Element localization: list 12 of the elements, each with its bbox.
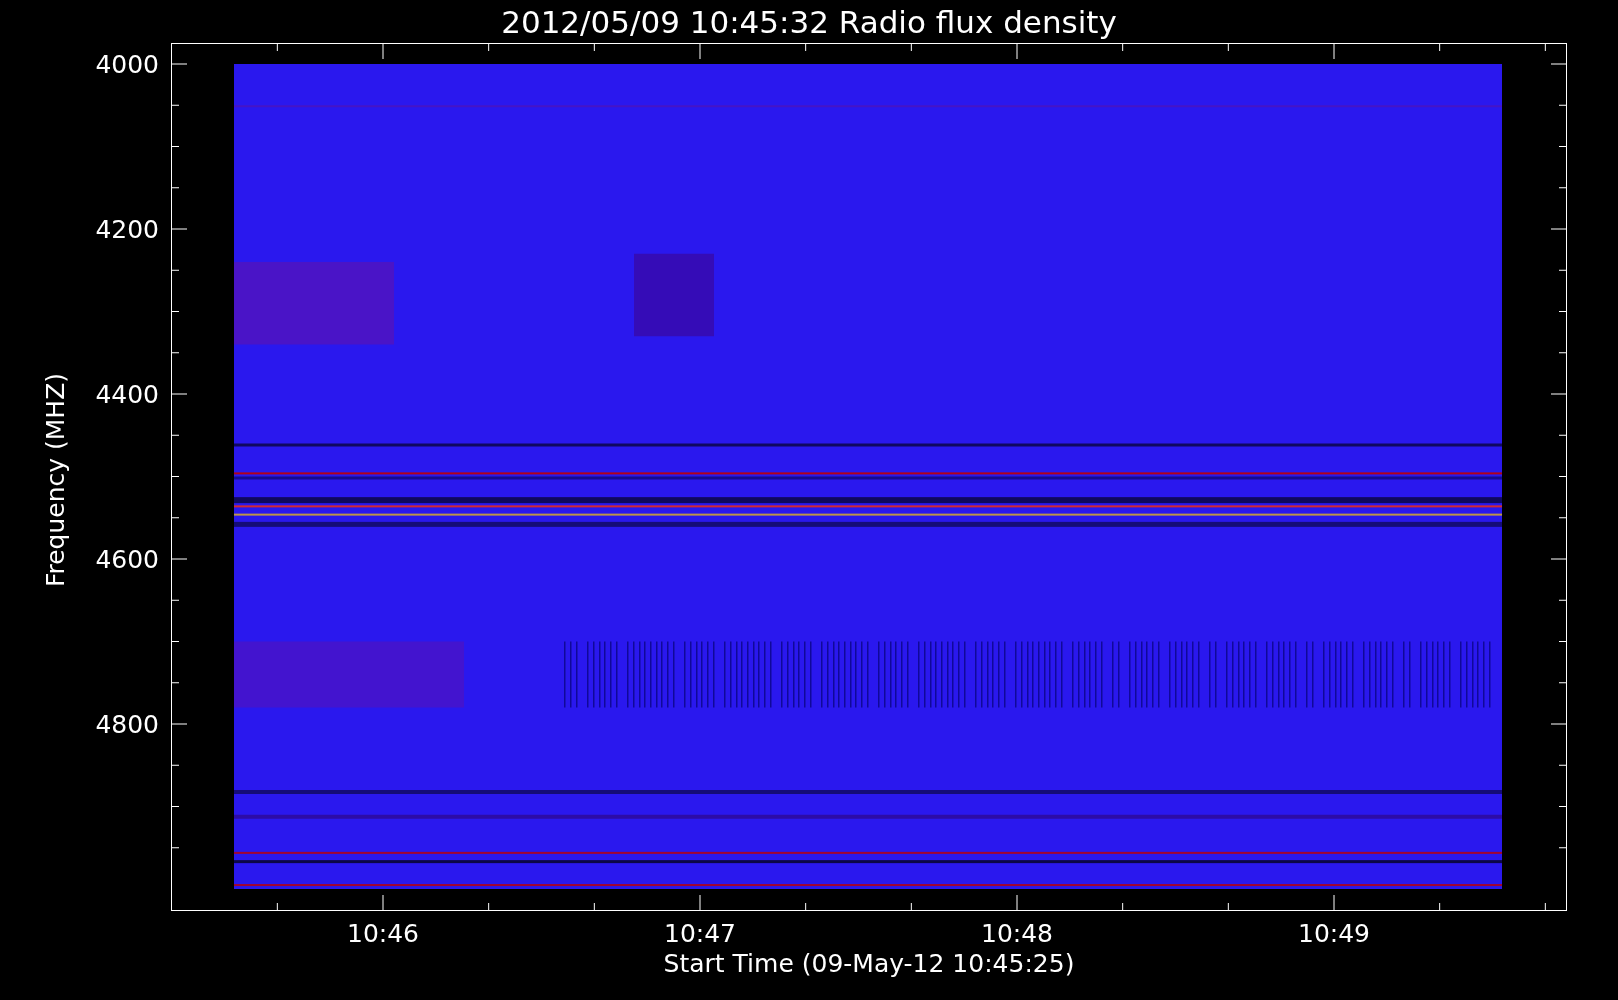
- chart-title: 2012/05/09 10:45:32 Radio flux density: [501, 3, 1117, 40]
- x-tick-label: 10:46: [347, 919, 419, 948]
- x-axis-label: Start Time (09-May-12 10:45:25): [663, 949, 1075, 978]
- y-tick-label: 4600: [95, 544, 159, 574]
- y-tick-label: 4800: [95, 709, 159, 739]
- y-tick-label: 4400: [95, 379, 159, 409]
- y-tick-label: 4000: [95, 49, 159, 79]
- x-tick-label: 10:47: [664, 919, 736, 948]
- y-tick-label: 4200: [95, 214, 159, 244]
- y-axis-label: Frequency (MHZ): [40, 372, 70, 588]
- x-tick-label: 10:49: [1298, 919, 1370, 948]
- x-tick-label: 10:48: [981, 919, 1053, 948]
